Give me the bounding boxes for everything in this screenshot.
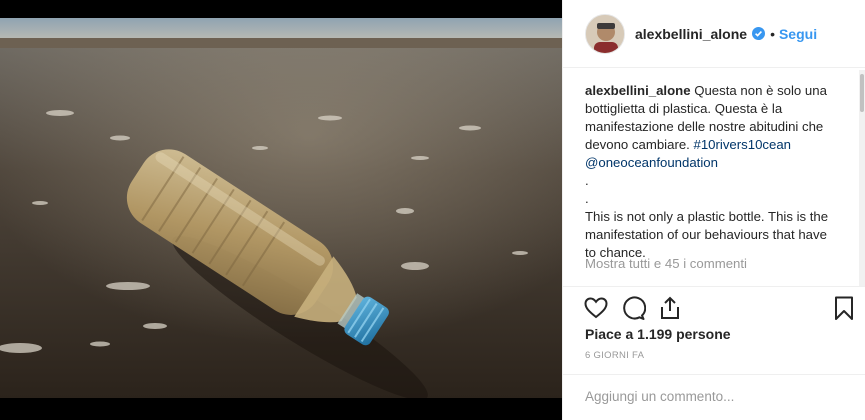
post-photo-panel (0, 0, 562, 420)
mention-link[interactable]: @oneoceanfoundation (585, 154, 846, 172)
likes-count[interactable]: Piace a 1.199 persone (585, 326, 731, 342)
post-photo[interactable] (0, 18, 562, 398)
caption-area: alexbellini_alone Questa non è solo una … (563, 70, 860, 286)
caption: alexbellini_alone Questa non è solo una … (585, 82, 846, 262)
comment-icon[interactable] (620, 295, 647, 321)
caption-line-3: manifestazione delle nostre abitudini ch… (585, 119, 824, 134)
bookmark-icon[interactable] (831, 295, 857, 321)
heart-icon[interactable] (583, 295, 609, 321)
add-comment-bar (563, 374, 865, 420)
comment-input[interactable] (585, 383, 835, 409)
caption-username[interactable]: alexbellini_alone (585, 83, 691, 98)
verified-badge-icon (752, 27, 766, 40)
caption-dot-2: . (585, 191, 589, 206)
post-timestamp[interactable]: 6 GIORNI FA (585, 350, 644, 361)
follow-button[interactable]: Segui (779, 26, 817, 42)
share-icon[interactable] (657, 295, 683, 321)
english-line-1: This is not only a plastic bottle. This … (585, 209, 829, 224)
avatar[interactable] (585, 13, 625, 54)
caption-line-4: devono cambiare. (585, 137, 690, 152)
header-username[interactable]: alexbellini_alone (635, 26, 747, 42)
caption-line-1: Questa non è solo una (694, 83, 827, 98)
post-sidebar: alexbellini_alone • Segui alexbellini_al… (562, 0, 865, 420)
view-all-comments-link[interactable]: Mostra tutti e 45 i commenti (585, 256, 747, 271)
scrollbar-thumb[interactable] (860, 74, 864, 112)
hashtag-link[interactable]: #10rivers10cean (694, 137, 792, 152)
post-header: alexbellini_alone • Segui (563, 0, 865, 68)
english-line-2: manifestation of our behaviours that hav… (585, 227, 827, 242)
header-separator: • (770, 25, 775, 42)
comments-scrollbar[interactable] (859, 70, 865, 286)
caption-line-2: bottiglietta di plastica. Questa è la (585, 101, 783, 116)
caption-dot-1: . (585, 173, 589, 188)
action-bar (563, 286, 865, 326)
